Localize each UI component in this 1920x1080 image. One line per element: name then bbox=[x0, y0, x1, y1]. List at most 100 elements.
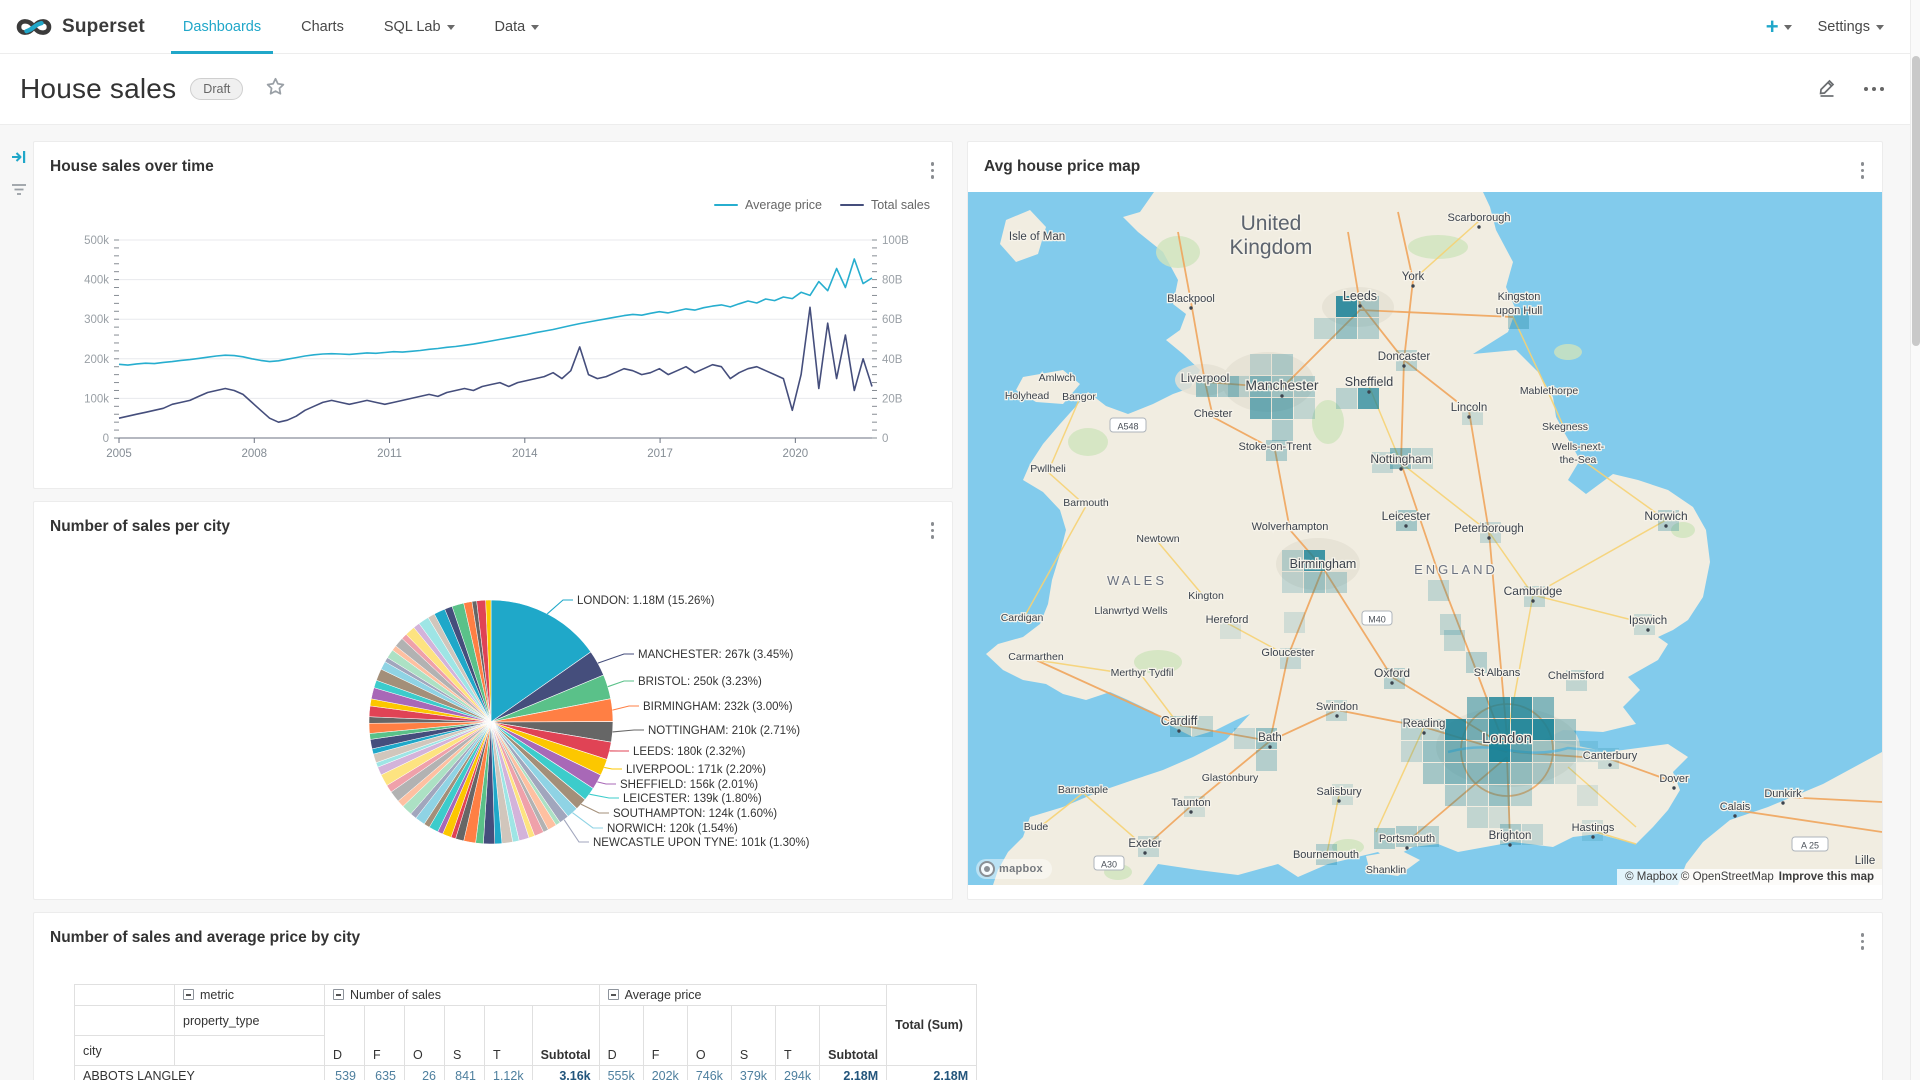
svg-text:Cambridge: Cambridge bbox=[1504, 584, 1563, 598]
svg-text:Mablethorpe: Mablethorpe bbox=[1520, 385, 1579, 397]
mapbox-logo[interactable]: mapbox bbox=[976, 859, 1052, 879]
value-cell: 3.16k bbox=[532, 1066, 599, 1080]
map-canvas[interactable]: A548M40A30A 25UnitedKingdomENGLANDWALESI… bbox=[968, 192, 1882, 885]
superset-logo[interactable]: Superset bbox=[0, 0, 163, 53]
svg-text:Pwllheli: Pwllheli bbox=[1030, 463, 1066, 475]
svg-text:Scarborough: Scarborough bbox=[1448, 212, 1511, 224]
chart-menu-icon[interactable] bbox=[927, 158, 939, 183]
subcol-header: S bbox=[731, 1006, 775, 1066]
chart-menu-icon[interactable] bbox=[1857, 929, 1869, 954]
improve-map-link[interactable]: Improve this map bbox=[1779, 871, 1874, 883]
svg-text:St Albans: St Albans bbox=[1474, 667, 1521, 679]
svg-text:40B: 40B bbox=[882, 354, 903, 366]
svg-text:0: 0 bbox=[103, 433, 109, 445]
expand-filter-panel-icon[interactable] bbox=[10, 148, 28, 166]
svg-text:Wells-next-: Wells-next- bbox=[1552, 441, 1605, 453]
collapse-icon[interactable] bbox=[333, 989, 344, 1000]
chart-menu-icon[interactable] bbox=[1857, 158, 1869, 183]
svg-text:60B: 60B bbox=[882, 314, 903, 326]
favorite-star-icon[interactable] bbox=[265, 76, 286, 102]
group-header-average-price[interactable]: Average price bbox=[599, 985, 887, 1006]
value-cell: 202k bbox=[643, 1066, 687, 1080]
svg-text:York: York bbox=[1402, 271, 1425, 283]
svg-text:Bangor: Bangor bbox=[1062, 391, 1096, 403]
svg-text:Stoke-on-Trent: Stoke-on-Trent bbox=[1239, 441, 1312, 453]
svg-text:100k: 100k bbox=[84, 393, 109, 405]
svg-text:Lincoln: Lincoln bbox=[1451, 402, 1487, 414]
svg-text:20B: 20B bbox=[882, 393, 903, 405]
svg-text:A30: A30 bbox=[1101, 860, 1117, 870]
svg-text:Bath: Bath bbox=[1258, 732, 1282, 744]
pivot-table-grid: metric Number of sales Average price Tot… bbox=[74, 984, 977, 1080]
svg-text:Holyhead: Holyhead bbox=[1005, 390, 1050, 402]
svg-text:WALES: WALES bbox=[1107, 573, 1167, 588]
svg-text:Nottingham: Nottingham bbox=[1370, 452, 1431, 466]
collapse-icon[interactable] bbox=[183, 989, 194, 1000]
svg-text:NEWCASTLE UPON TYNE: 101k (1.3: NEWCASTLE UPON TYNE: 101k (1.30%) bbox=[593, 837, 810, 849]
settings-menu[interactable]: Settings bbox=[1818, 19, 1884, 35]
svg-text:Carmarthen: Carmarthen bbox=[1008, 651, 1064, 663]
svg-text:Dunkirk: Dunkirk bbox=[1764, 788, 1802, 800]
collapse-icon[interactable] bbox=[608, 989, 619, 1000]
page-title: House sales bbox=[20, 73, 176, 105]
nav-item-sql-lab[interactable]: SQL Lab bbox=[364, 0, 475, 53]
svg-text:A 25: A 25 bbox=[1801, 841, 1819, 851]
filter-funnel-icon[interactable] bbox=[10, 182, 28, 198]
svg-text:SHEFFIELD: 156k (2.01%): SHEFFIELD: 156k (2.01%) bbox=[620, 779, 758, 791]
value-cell: 1.12k bbox=[485, 1066, 533, 1080]
svg-text:LEICESTER: 139k (1.80%): LEICESTER: 139k (1.80%) bbox=[623, 793, 762, 805]
scrollbar-thumb[interactable] bbox=[1912, 56, 1920, 346]
svg-text:Taunton: Taunton bbox=[1171, 797, 1210, 809]
svg-text:Portsmouth: Portsmouth bbox=[1379, 833, 1435, 845]
svg-text:BRISTOL: 250k (3.23%): BRISTOL: 250k (3.23%) bbox=[638, 676, 762, 688]
nav-item-data[interactable]: Data bbox=[475, 0, 560, 53]
chevron-down-icon bbox=[1876, 25, 1884, 30]
svg-text:Calais: Calais bbox=[1720, 801, 1751, 813]
pie-chart-canvas[interactable]: LONDON: 1.18M (15.26%)MANCHESTER: 267k (… bbox=[34, 502, 954, 901]
add-new-button[interactable]: + bbox=[1766, 16, 1792, 38]
svg-text:Leicester: Leicester bbox=[1382, 509, 1431, 523]
group-header-number-of-sales[interactable]: Number of sales bbox=[325, 985, 600, 1006]
svg-text:Ipswich: Ipswich bbox=[1629, 615, 1667, 627]
nav-item-charts[interactable]: Charts bbox=[281, 0, 364, 53]
chart-card-sales-and-price-table: Number of sales and average price by cit… bbox=[33, 912, 1883, 1080]
more-actions-icon[interactable] bbox=[1864, 87, 1884, 91]
line-chart-canvas[interactable]: 500k400k300k200k100k0100B80B60B40B20B020… bbox=[34, 186, 954, 486]
chart-card-avg-house-price-map: Avg house price map A548M40A30A 25United… bbox=[967, 141, 1883, 900]
attribution-text: © Mapbox © OpenStreetMap bbox=[1625, 871, 1774, 883]
svg-text:NORWICH: 120k (1.54%): NORWICH: 120k (1.54%) bbox=[607, 823, 738, 835]
svg-text:Barnstaple: Barnstaple bbox=[1058, 784, 1108, 796]
svg-text:BIRMINGHAM: 232k (3.00%): BIRMINGHAM: 232k (3.00%) bbox=[643, 701, 793, 713]
chevron-down-icon bbox=[447, 25, 455, 30]
svg-text:LONDON: 1.18M (15.26%): LONDON: 1.18M (15.26%) bbox=[577, 595, 715, 607]
value-cell: 2.18M bbox=[820, 1066, 887, 1080]
superset-infinity-icon bbox=[14, 16, 54, 38]
svg-text:Amlwch: Amlwch bbox=[1039, 372, 1076, 384]
page-scrollbar bbox=[1910, 0, 1920, 1080]
svg-text:Manchester: Manchester bbox=[1245, 377, 1318, 393]
subcol-header: S bbox=[445, 1006, 485, 1066]
total-sum-header: Total (Sum) bbox=[887, 985, 977, 1066]
filter-rail bbox=[6, 148, 32, 198]
svg-text:Bude: Bude bbox=[1024, 821, 1049, 833]
svg-text:2011: 2011 bbox=[377, 448, 402, 460]
nav-item-dashboards[interactable]: Dashboards bbox=[163, 0, 281, 53]
svg-text:Salisbury: Salisbury bbox=[1316, 786, 1362, 798]
svg-text:Gloucester: Gloucester bbox=[1261, 647, 1315, 659]
metric-header[interactable]: metric bbox=[175, 985, 325, 1006]
value-cell: 555k bbox=[599, 1066, 643, 1080]
svg-text:Canterbury: Canterbury bbox=[1583, 750, 1638, 762]
value-cell: 635 bbox=[365, 1066, 405, 1080]
chevron-down-icon bbox=[1784, 25, 1792, 30]
svg-text:A548: A548 bbox=[1117, 422, 1138, 432]
edit-pencil-icon[interactable] bbox=[1816, 76, 1838, 103]
svg-text:Glastonbury: Glastonbury bbox=[1202, 772, 1259, 784]
chart-title: House sales over time bbox=[50, 158, 214, 176]
svg-text:Skegness: Skegness bbox=[1542, 421, 1588, 433]
city-cell: ABBOTS LANGLEY bbox=[75, 1066, 325, 1080]
svg-text:Exeter: Exeter bbox=[1128, 838, 1161, 850]
subcol-header: F bbox=[365, 1006, 405, 1066]
svg-text:2020: 2020 bbox=[783, 448, 809, 460]
svg-text:Llanwrtyd Wells: Llanwrtyd Wells bbox=[1094, 605, 1167, 617]
subcol-header: O bbox=[687, 1006, 731, 1066]
